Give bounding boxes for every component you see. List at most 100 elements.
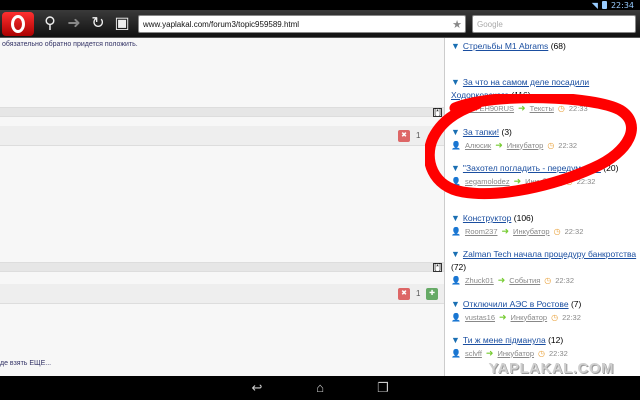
user-icon: 👤 (451, 312, 461, 322)
down-arrow-icon: ▼ (451, 249, 460, 259)
topic-count: (72) (451, 262, 467, 272)
topic-item: ▼ Конструктор (106) 👤 Room237 ➜ Инкубатор ◷ 22… (451, 212, 639, 237)
go-arrow-icon: ➜ (499, 311, 507, 322)
topic-time: 22:32 (558, 140, 578, 150)
topic-author[interactable]: vustas16 (465, 313, 495, 322)
clock-icon: ◷ (565, 176, 573, 186)
url-text: www.yaplakal.com/forum3/topic959589.html (143, 20, 300, 29)
topic-section[interactable]: Инкубатор (513, 227, 550, 236)
status-bar: ◥ 22:34 (0, 0, 640, 10)
tabs-icon[interactable]: ▣ (112, 14, 132, 34)
reload-icon[interactable]: ↻ (88, 14, 108, 34)
topic-time: 22:32 (555, 275, 575, 285)
topic-author[interactable]: Алюсик (465, 141, 491, 150)
topics-sidebar: ▼ Стрельбы М1 Abrams (68) ▼ За что на само… (444, 38, 640, 376)
topic-section[interactable]: Инкубатор (507, 141, 544, 150)
topic-item: ▼ "Захотел погладить - передумал..." (20)… (451, 162, 639, 187)
topic-count: (20) (603, 163, 619, 173)
go-arrow-icon: ➜ (513, 175, 522, 186)
user-icon: 👤 (451, 226, 461, 236)
topic-count: (3) (501, 127, 512, 137)
vote-count: 1 (416, 289, 421, 298)
go-arrow-icon: ➜ (501, 225, 510, 236)
user-icon: 👤 (451, 176, 461, 186)
quote-button[interactable]: [*] (433, 263, 442, 272)
go-arrow-icon: ➜ (518, 102, 526, 113)
battery-icon (601, 1, 607, 9)
browser-screen: ◥ 22:34 ⚲ ➜ ↻ ▣ www.yaplakal.com/forum3/… (0, 0, 640, 400)
opera-logo-icon (11, 15, 25, 33)
topic-section[interactable]: Инкубатор (511, 313, 548, 322)
topic-time: 22:32 (562, 312, 581, 322)
topic-item: ▼ Zalman Tech начала процедуру банкротств… (451, 248, 639, 286)
topic-count: (116) (511, 90, 531, 100)
go-arrow-icon: ➜ (495, 139, 503, 150)
post-footer-row: ✖ 1 (0, 126, 444, 146)
quote-button[interactable]: [*] (433, 108, 442, 117)
down-arrow-icon: ▼ (451, 213, 460, 223)
main-content: обязательно обратно придется положить. [… (0, 38, 444, 376)
topic-author[interactable]: Zhuck01 (465, 276, 494, 285)
topic-link[interactable]: "Захотел погладить - передумал..." (463, 163, 601, 173)
clock-icon: ◷ (553, 226, 561, 236)
user-icon: 👤 (451, 275, 461, 285)
topic-link[interactable]: Отключили АЭС в Ростове (463, 299, 569, 309)
topic-link[interactable]: Конструктор (463, 213, 511, 223)
topic-author[interactable]: Room237 (465, 227, 498, 236)
user-icon: 👤 (451, 103, 461, 113)
opera-menu-button[interactable] (2, 12, 34, 36)
topic-section[interactable]: События (509, 276, 540, 285)
clock-icon: ◷ (557, 103, 565, 113)
vote-count: 1 (416, 131, 421, 140)
home-icon[interactable]: ⌂ (309, 379, 331, 397)
down-arrow-icon: ▼ (451, 127, 460, 137)
android-nav-bar: ↩ ⌂ ❐ (0, 376, 640, 400)
topic-author[interactable]: segamolodez (465, 177, 510, 186)
topic-section[interactable]: Инкубатор (497, 349, 534, 358)
more-link[interactable]: де взять ЕЩЕ... (0, 360, 51, 367)
site-watermark: YAPLAKAL.COM (488, 360, 614, 376)
clock-icon: ◷ (544, 275, 552, 285)
bookmark-star-icon[interactable]: ★ (452, 18, 462, 31)
topic-author[interactable]: sclvff (465, 349, 482, 358)
search-input[interactable]: Google (472, 15, 636, 33)
topic-link[interactable]: Стрельбы М1 Abrams (463, 41, 548, 51)
topic-section[interactable]: Инкубатор (525, 177, 562, 186)
user-icon: 👤 (451, 140, 461, 150)
topic-time: 22:32 (549, 348, 568, 358)
topic-item: ▼ Отключили АЭС в Ростове (7) 👤 vustas16 ➜ И… (451, 298, 639, 323)
down-arrow-icon: ▼ (451, 77, 460, 87)
back-icon[interactable]: ↩ (246, 379, 268, 397)
search-placeholder: Google (477, 20, 503, 29)
minus-vote-icon[interactable]: ✖ (398, 288, 410, 300)
recent-apps-icon[interactable]: ❐ (372, 379, 394, 397)
topic-count: (68) (550, 41, 566, 51)
post-footer-row: ✖ 1 ✚ (0, 284, 444, 304)
topic-section[interactable]: Тексты (530, 104, 554, 113)
section-bar: [*] (0, 262, 444, 272)
address-bar[interactable]: www.yaplakal.com/forum3/topic959589.html… (138, 15, 466, 33)
topic-time: 22:33 (568, 103, 588, 113)
topic-link[interactable]: За тапки! (463, 127, 499, 137)
topic-count: (106) (513, 213, 534, 223)
plus-vote-icon[interactable]: ✚ (426, 288, 438, 300)
topic-item: ▼ За тапки! (3) 👤 Алюсик ➜ Инкубатор ◷ 22:32 (451, 126, 639, 151)
topic-time: 22:32 (564, 226, 584, 236)
go-arrow-icon: ➜ (497, 274, 506, 285)
topic-author[interactable]: ЯРГЕН90RUS (465, 104, 514, 113)
topic-link[interactable]: Zalman Tech начала процедуру банкротства (463, 249, 636, 259)
clock-icon: ◷ (538, 348, 546, 358)
down-arrow-icon: ▼ (451, 163, 460, 173)
clock-icon: ◷ (547, 140, 555, 150)
topic-time: 22:32 (576, 176, 596, 186)
minus-vote-icon[interactable]: ✖ (398, 130, 410, 142)
comment-text: обязательно обратно придется положить. (2, 41, 138, 48)
topic-item: ▼ За что на самом деле посадили Ходорковс… (451, 76, 639, 114)
down-arrow-icon: ▼ (451, 335, 460, 345)
search-tools-icon[interactable]: ⚲ (40, 14, 60, 34)
web-page: обязательно обратно придется положить. [… (0, 38, 640, 376)
topic-item: ▼ Ти ж мене підманула (12) 👤 sclvff ➜ Инкуба… (451, 334, 639, 359)
status-time: 22:34 (610, 0, 634, 10)
forward-arrow-icon[interactable]: ➜ (64, 14, 84, 34)
topic-link[interactable]: Ти ж мене підманула (463, 335, 546, 345)
